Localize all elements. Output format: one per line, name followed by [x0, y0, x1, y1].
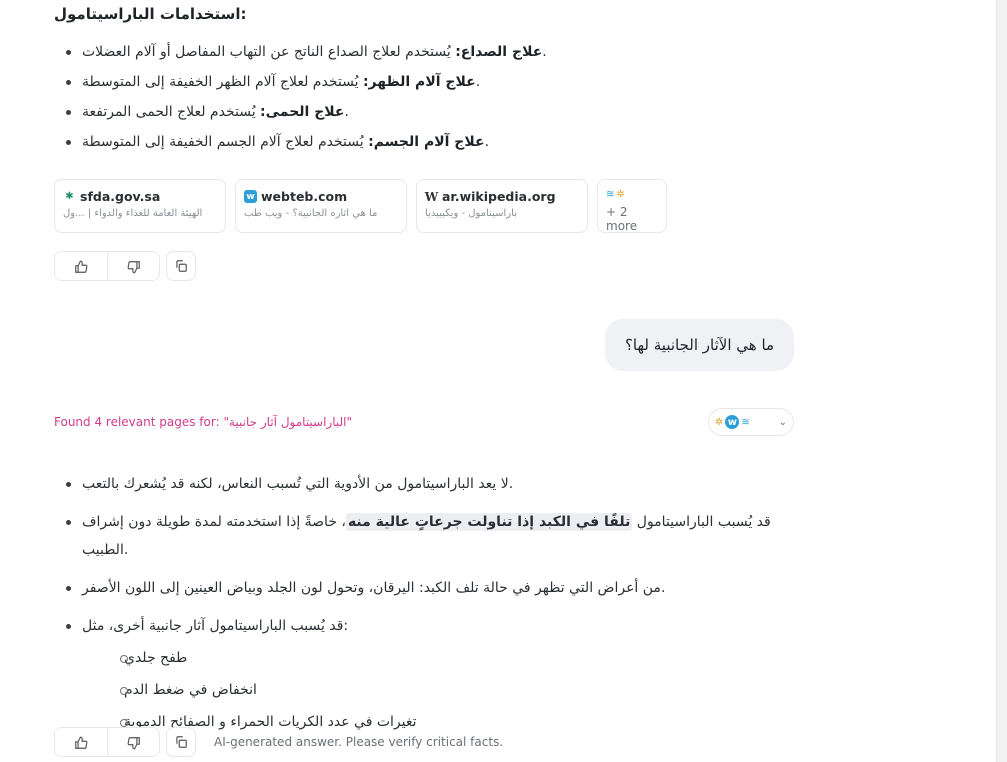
copy-button[interactable] [166, 727, 196, 757]
found-pages-text: Found 4 relevant pages for: "الباراسيتام… [54, 415, 353, 429]
copy-icon [176, 260, 187, 272]
list-item: علاج آلام الظهر: يُستخدم لعلاج آلام الظه… [54, 72, 796, 92]
copy-icon [176, 736, 187, 748]
disclaimer-text: AI-generated answer. Please verify criti… [214, 735, 504, 749]
item-bold-label: علاج الصداع: [455, 44, 543, 60]
item-text: قد يُسبب الباراسيتامول آثار جانبية أخرى،… [82, 618, 349, 634]
item-bold-label: علاج آلام الظهر: [362, 74, 476, 90]
thumbs-up-icon [75, 736, 88, 749]
sfda-icon: ✱ [65, 191, 74, 202]
source-site: webteb.com [261, 189, 348, 204]
source-mini-icon: ✲ [715, 416, 724, 428]
list-item: من أعراض التي تظهر في حالة تلف الكبد: ال… [54, 574, 796, 602]
source-site: ar.wikipedia.org [442, 189, 556, 204]
source-mini-icon: ≋ [606, 189, 615, 200]
item-bold-label: علاج الحمى: [260, 104, 345, 120]
user-message-bubble: ما هي الآثار الجانبية لها؟ [605, 319, 794, 371]
source-mini-icon: ✲ [616, 189, 625, 200]
item-text: ، خاصةً إذا استخدمته لمدة طويلة دون إشرا… [82, 514, 346, 558]
source-subtitle: الهيئة العامة للغذاء والدواء | ...ول [63, 208, 203, 219]
source-card-wikipedia[interactable]: War.wikipedia.org باراسيتامول - ويكيبيدي… [416, 179, 588, 233]
item-text: قد يُسبب الباراسيتامول [632, 514, 771, 530]
more-sources-label: + 2 more [606, 205, 638, 233]
list-item: قد يُسبب الباراسيتامول آثار جانبية أخرى،… [54, 612, 796, 736]
thumbs-down-icon [127, 737, 140, 750]
source-card-webteb[interactable]: w webteb.com ما هي آثاره الجانبية؟ - ويب … [235, 179, 407, 233]
list-item: علاج الحمى: يُستخدم لعلاج الحمى المرتفعة… [54, 102, 796, 122]
item-text: لا يعد الباراسيتامول من الأدوية التي تُس… [82, 476, 514, 492]
source-subtitle: باراسيتامول - ويكيبيديا [425, 208, 517, 219]
uses-list: علاج الصداع: يُستخدم لعلاج الصداع الناتج… [54, 42, 796, 162]
wikipedia-icon: W [424, 189, 439, 204]
sub-list-item: انخفاض في ضغط الدم [82, 676, 796, 704]
source-cards: ✱ sfda.gov.sa الهيئة العامة للغذاء والدوا… [54, 179, 667, 233]
source-site: sfda.gov.sa [80, 189, 161, 204]
thumbs-up-button[interactable] [55, 728, 107, 756]
thumbs-down-icon [127, 261, 140, 274]
sources-toggle[interactable]: ✲ w ≋ ⌄ [708, 408, 794, 436]
source-card-sfda[interactable]: ✱ sfda.gov.sa الهيئة العامة للغذاء والدوا… [54, 179, 226, 233]
list-item: لا يعد الباراسيتامول من الأدوية التي تُس… [54, 470, 796, 498]
highlighted-text: تلفًا في الكبد إذا تناولت جرعاتٍ عالية م… [345, 513, 633, 531]
more-sources-button[interactable]: ≋ ✲ + 2 more [597, 179, 667, 233]
webteb-icon: w [244, 190, 257, 203]
feedback-actions: AI-generated answer. Please verify criti… [54, 727, 503, 757]
scrollbar[interactable] [996, 0, 1007, 762]
source-mini-icon: ≋ [741, 416, 750, 428]
side-effects-list: لا يعد الباراسيتامول من الأدوية التي تُس… [54, 470, 796, 746]
source-mini-icon: w [725, 415, 740, 429]
thumbs-down-button[interactable] [107, 252, 159, 280]
feedback-group [54, 251, 160, 281]
feedback-actions [54, 251, 196, 281]
thumbs-up-button[interactable] [55, 252, 107, 280]
item-text: من أعراض التي تظهر في حالة تلف الكبد: ال… [82, 580, 666, 596]
list-item: قد يُسبب الباراسيتامول تلفًا في الكبد إذ… [54, 508, 796, 564]
list-item: علاج آلام الجسم: يُستخدم لعلاج آلام الجس… [54, 132, 796, 152]
chevron-down-icon: ⌄ [778, 416, 787, 428]
thumbs-down-button[interactable] [107, 728, 159, 756]
item-bold-label: علاج آلام الجسم: [368, 134, 485, 150]
chat-page: استخدامات الباراسيتامول: علاج الصداع: يُ… [0, 0, 1007, 762]
source-subtitle: ما هي آثاره الجانبية؟ - ويب طب [244, 208, 378, 219]
copy-button[interactable] [166, 251, 196, 281]
sub-list-item: طفح جلدي [82, 644, 796, 672]
list-item: علاج الصداع: يُستخدم لعلاج الصداع الناتج… [54, 42, 796, 62]
section-heading: استخدامات الباراسيتامول: [54, 5, 247, 23]
thumbs-up-icon [75, 260, 88, 273]
sub-list: طفح جلدي انخفاض في ضغط الدم تغيرات في عد… [82, 644, 796, 736]
feedback-group [54, 727, 160, 757]
